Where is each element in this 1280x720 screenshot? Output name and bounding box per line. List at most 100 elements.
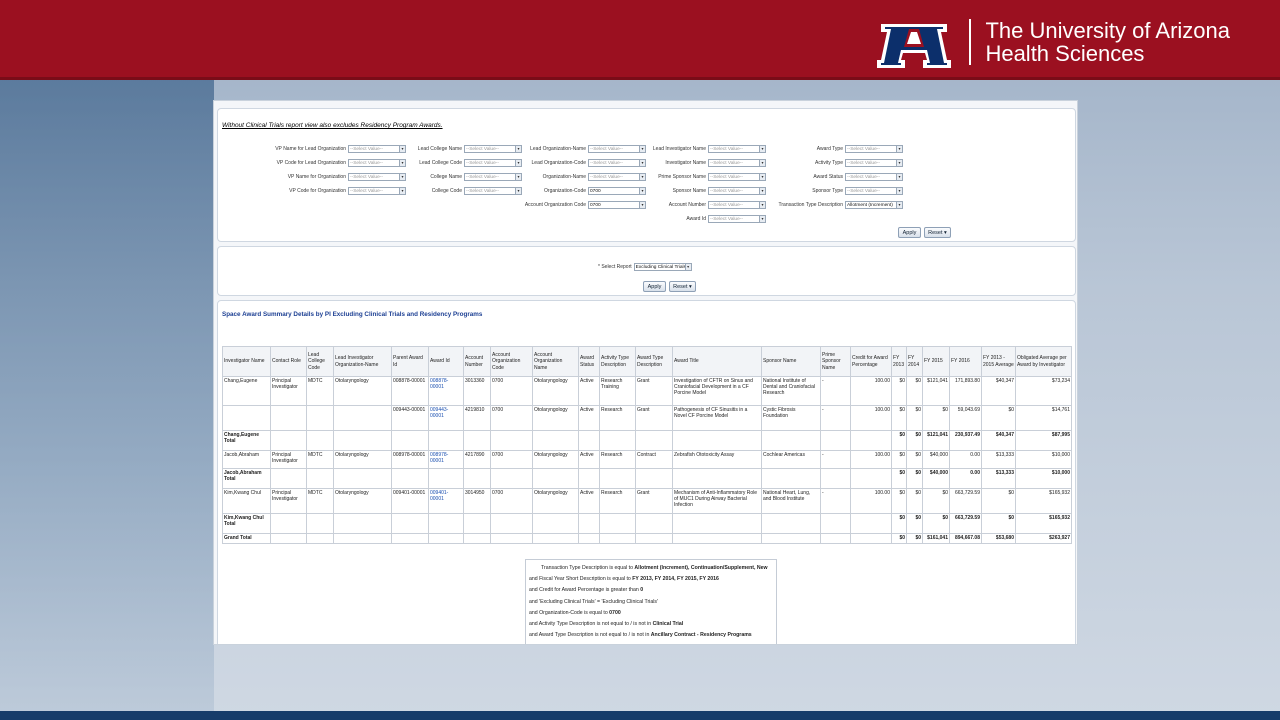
column-header[interactable]: FY 2014 xyxy=(906,346,923,377)
table-cell[interactable]: 009443-00001 xyxy=(428,405,464,431)
table-cell: Kim,Kwang Chul Total xyxy=(222,513,271,534)
column-header[interactable]: Investigator Name xyxy=(222,346,271,377)
column-header[interactable]: Account Number xyxy=(463,346,491,377)
prompt-label: Lead Organization-Code xyxy=(531,160,586,166)
table-cell: 59,043.69 xyxy=(949,405,982,431)
brand-divider xyxy=(969,19,972,65)
column-header[interactable]: Award Type Description xyxy=(635,346,673,377)
table-cell: 100.00 xyxy=(850,488,892,514)
table-cell xyxy=(532,513,579,534)
table-cell xyxy=(599,513,636,534)
table-cell[interactable]: 009401-00001 xyxy=(428,488,464,514)
column-header[interactable]: Obligated Average per Award by Investiga… xyxy=(1015,346,1072,377)
prompt-dropdown[interactable]: Allotment (Increment) ▾ xyxy=(845,201,903,209)
table-cell: $0 xyxy=(906,488,923,514)
chevron-down-icon: ▾ xyxy=(896,188,902,194)
table-cell xyxy=(761,468,821,489)
report-panel: Space Award Summary Details by PI Exclud… xyxy=(217,300,1076,644)
column-header[interactable]: Award Status xyxy=(578,346,600,377)
select-report-panel: * Select Report Excluding Clinical Trial… xyxy=(217,246,1076,296)
column-header[interactable]: FY 2013 - 2015 Average xyxy=(981,346,1016,377)
table-cell xyxy=(463,513,491,534)
column-header[interactable]: Sponsor Name xyxy=(761,346,821,377)
table-cell: - xyxy=(820,488,851,514)
table-cell xyxy=(463,430,491,451)
table-cell xyxy=(635,513,673,534)
table-cell[interactable]: 008978-00001 xyxy=(428,450,464,469)
table-cell xyxy=(428,513,464,534)
prompt-dropdown[interactable]: --Select Value-- ▾ xyxy=(845,159,903,167)
table-cell xyxy=(391,533,429,544)
table-cell: Grant xyxy=(635,376,673,406)
prompts-panel: Without Clinical Trials report view also… xyxy=(217,108,1076,242)
table-cell: Cochlear Americas xyxy=(761,450,821,469)
column-header[interactable]: Contact Role xyxy=(270,346,307,377)
prompt-row: Award Type --Select Value-- ▾ xyxy=(715,145,903,153)
prompt-label: Investigator Name xyxy=(665,160,706,166)
table-cell: Kim,Kwang Chul xyxy=(222,488,271,514)
prompt-label: Sponsor Type xyxy=(812,188,843,194)
table-cell: - xyxy=(820,450,851,469)
chevron-down-icon: ▾ xyxy=(684,264,691,270)
chevron-down-icon: ▾ xyxy=(759,216,765,222)
table-cell: Cystic Fibrosis Foundation xyxy=(761,405,821,431)
reset-button[interactable]: Reset ▾ xyxy=(924,227,951,238)
table-cell xyxy=(635,533,673,544)
report-reset-button[interactable]: Reset ▾ xyxy=(669,281,696,292)
table-cell: 4217890 xyxy=(463,450,491,469)
table-cell: 008878-00001 xyxy=(391,376,429,406)
prompt-label: Account Number xyxy=(668,202,706,208)
table-row: Chang,Eugene Principal Investigator MDTC Ot… xyxy=(222,376,1072,406)
table-cell[interactable]: 008878-00001 xyxy=(428,376,464,406)
select-report-dropdown[interactable]: Excluding Clinical Trials ▾ xyxy=(633,263,692,271)
header-banner: The University of Arizona Health Science… xyxy=(0,0,1280,80)
table-cell: $10,000 xyxy=(1015,450,1072,469)
column-header[interactable]: Lead Investigator Organization-Name xyxy=(333,346,392,377)
prompt-row: Award Status --Select Value-- ▾ xyxy=(715,173,903,181)
column-header[interactable]: Credit for Award Percentage xyxy=(850,346,892,377)
table-cell: $0 xyxy=(922,488,950,514)
chevron-down-icon: ▾ xyxy=(896,160,902,166)
column-header[interactable]: Award Title xyxy=(672,346,762,377)
table-cell xyxy=(532,533,579,544)
report-apply-button[interactable]: Apply xyxy=(643,281,666,292)
column-header[interactable]: Parent Award Id xyxy=(391,346,429,377)
prompt-dropdown[interactable]: --Select Value-- ▾ xyxy=(845,173,903,181)
table-cell xyxy=(672,468,762,489)
column-header[interactable]: FY 2016 xyxy=(949,346,982,377)
table-cell xyxy=(578,513,600,534)
table-cell xyxy=(820,513,851,534)
table-cell xyxy=(490,468,533,489)
table-cell xyxy=(333,405,392,431)
prompt-label: Award Id xyxy=(686,216,706,222)
column-header[interactable]: Award Id xyxy=(428,346,464,377)
column-header[interactable]: FY 2015 xyxy=(922,346,950,377)
total-row: Jacob,Abraham Total $0 $0 $40,000 0.00 $13,33… xyxy=(222,468,1072,489)
prompt-dropdown[interactable]: --Select Value-- ▾ xyxy=(708,215,766,223)
column-header[interactable]: Lead College Code xyxy=(306,346,334,377)
table-cell xyxy=(635,468,673,489)
table-cell: $121,041 xyxy=(922,376,950,406)
column-header[interactable]: Activity Type Description xyxy=(599,346,636,377)
table-cell: Grand Total xyxy=(222,533,271,544)
table-cell xyxy=(270,533,307,544)
table-cell: 894,667.08 xyxy=(949,533,982,544)
table-cell xyxy=(532,430,579,451)
report-note: Without Clinical Trials report view also… xyxy=(222,122,443,129)
column-header[interactable]: Prime Sponsor Name xyxy=(820,346,851,377)
column-header[interactable]: Account Organization Code xyxy=(490,346,533,377)
prompt-dropdown[interactable]: --Select Value-- ▾ xyxy=(845,145,903,153)
table-cell: $40,000 xyxy=(922,468,950,489)
table-cell: Principal Investigator xyxy=(270,450,307,469)
table-cell: Otolaryngology xyxy=(333,376,392,406)
table-cell xyxy=(578,468,600,489)
column-header[interactable]: Account Organization Name xyxy=(532,346,579,377)
apply-button[interactable]: Apply xyxy=(898,227,921,238)
table-cell: Chang,Eugene xyxy=(222,376,271,406)
table-cell xyxy=(306,430,334,451)
table-cell: Active xyxy=(578,376,600,406)
prompt-dropdown[interactable]: --Select Value-- ▾ xyxy=(845,187,903,195)
table-cell: Active xyxy=(578,405,600,431)
column-header[interactable]: FY 2013 xyxy=(891,346,907,377)
total-row: Grand Total $0 $0 $161,041 894,667.08 $53,680… xyxy=(222,533,1072,544)
